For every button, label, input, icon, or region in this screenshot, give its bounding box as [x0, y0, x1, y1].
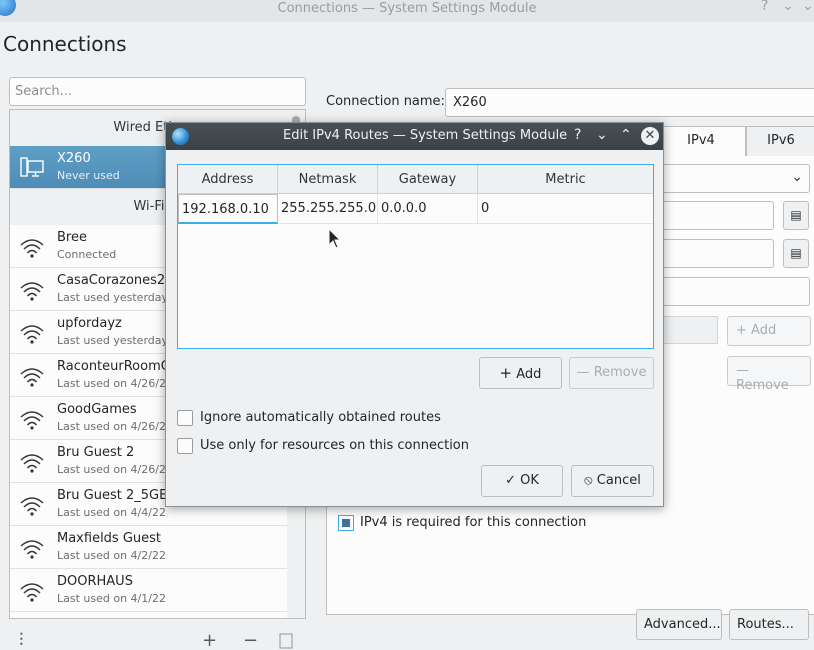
- add-connection-icon[interactable]: +: [202, 630, 217, 650]
- only-resources-label: Use only for resources on this connectio…: [200, 438, 469, 453]
- connection-name: X260: [57, 151, 91, 166]
- tab-ipv6[interactable]: IPv6: [746, 126, 814, 156]
- connection-item[interactable]: Maxfields Guest Last used on 4/2/22: [10, 526, 288, 569]
- connection-name: Bru Guest 2_5GEX: [57, 488, 177, 503]
- add-route-label: Add: [516, 367, 542, 382]
- connection-status: Connected: [57, 248, 117, 261]
- remove-address-button[interactable]: — Remove: [727, 356, 811, 393]
- dialog-titlebar: Edit IPv4 Routes — System Settings Modul…: [166, 123, 663, 150]
- help-icon[interactable]: ?: [574, 127, 581, 143]
- wifi-icon: [20, 540, 44, 559]
- connection-status: Last used on 4/26/22: [57, 420, 173, 433]
- wifi-icon: [20, 583, 44, 602]
- address-cell-editor[interactable]: 192.168.0.10: [178, 194, 278, 224]
- dhcp-client-id-input[interactable]: [660, 277, 810, 306]
- remove-connection-icon[interactable]: −: [243, 630, 258, 650]
- wifi-icon: [20, 368, 44, 387]
- connection-name: Bru Guest 2: [57, 445, 135, 460]
- column-header-netmask[interactable]: Netmask: [278, 165, 378, 194]
- connection-status: Last used yesterday: [57, 334, 169, 347]
- close-icon[interactable]: ⌄: [802, 0, 814, 14]
- ignore-auto-routes-label: Ignore automatically obtained routes: [200, 410, 441, 425]
- ipv4-required-label: IPv4 is required for this connection: [360, 515, 587, 530]
- connection-status: Last used on 4/26/22: [57, 377, 173, 390]
- wifi-icon: [20, 454, 44, 473]
- connection-status: Never used: [57, 169, 120, 182]
- globe-icon: [172, 128, 189, 145]
- connection-name: GoodGames: [57, 402, 137, 417]
- connection-name: DOORHAUS: [57, 574, 133, 589]
- search-domains-input[interactable]: [660, 239, 774, 268]
- column-header-address[interactable]: Address: [178, 165, 278, 194]
- connection-name: Bree: [57, 230, 87, 245]
- column-header-metric[interactable]: Metric: [478, 165, 653, 194]
- routes-button[interactable]: Routes...: [729, 609, 809, 640]
- connection-name: CasaCorazones2: [57, 273, 166, 288]
- checkbox-box[interactable]: [338, 515, 354, 531]
- plus-icon: +: [499, 364, 513, 382]
- maximize-icon[interactable]: ⌃: [620, 127, 632, 143]
- chevron-down-icon: ⌄: [791, 169, 803, 185]
- connection-name-label: Connection name:: [326, 94, 445, 109]
- connection-name: RaconteurRoomG: [57, 359, 171, 374]
- wifi-icon: [20, 411, 44, 430]
- connection-status: Last used on 4/26/22: [57, 463, 173, 476]
- ok-label: OK: [520, 473, 539, 488]
- checkbox-box[interactable]: [177, 410, 193, 426]
- dns-servers-input[interactable]: [660, 201, 774, 230]
- checkbox-box[interactable]: [177, 438, 193, 454]
- window-titlebar: Connections — System Settings Module ? ⌄…: [0, 0, 814, 22]
- connection-status: Last used on 4/4/22: [57, 506, 166, 519]
- export-icon[interactable]: [279, 633, 293, 649]
- remove-route-button[interactable]: — Remove: [569, 357, 654, 389]
- add-route-button[interactable]: + Add: [479, 357, 562, 389]
- wired-computer-icon: [20, 157, 44, 177]
- wifi-icon: [20, 282, 44, 301]
- list-toolbar: ⫶ + −: [9, 630, 306, 650]
- column-header-gateway[interactable]: Gateway: [378, 165, 478, 194]
- connection-status: Last used yesterday: [57, 291, 169, 304]
- remove-route-label: Remove: [593, 365, 647, 380]
- add-address-button[interactable]: + Add: [727, 316, 811, 346]
- edit-list-icon[interactable]: ▤: [783, 239, 809, 268]
- cancel-label: Cancel: [596, 473, 641, 488]
- minimize-icon[interactable]: ⌄: [782, 0, 794, 14]
- wifi-icon: [20, 239, 44, 258]
- method-dropdown[interactable]: ⌄: [660, 164, 810, 193]
- wifi-icon: [20, 325, 44, 344]
- mouse-cursor-icon: [328, 228, 342, 249]
- search-input[interactable]: Search...: [9, 77, 306, 106]
- connection-name: upfordayz: [57, 316, 122, 331]
- minus-icon: —: [576, 365, 590, 380]
- minimize-icon[interactable]: ⌄: [596, 127, 608, 143]
- advanced-button[interactable]: Advanced...: [636, 609, 722, 640]
- dialog-title: Edit IPv4 Routes — System Settings Modul…: [283, 128, 568, 143]
- connection-item[interactable]: DOORHAUS Last used on 4/1/22: [10, 569, 288, 612]
- configure-icon[interactable]: ⫶: [19, 630, 24, 650]
- tab-ipv4[interactable]: IPv4: [656, 126, 746, 156]
- connection-status: Last used on 4/1/22: [57, 592, 166, 605]
- help-icon[interactable]: ?: [761, 0, 768, 14]
- gateway-cell[interactable]: 0.0.0.0: [378, 194, 478, 224]
- metric-cell[interactable]: 0: [478, 194, 653, 224]
- cancel-icon: ⦸: [584, 473, 593, 488]
- cancel-button[interactable]: ⦸ Cancel: [571, 465, 654, 497]
- wifi-icon: [20, 497, 44, 516]
- edit-list-icon[interactable]: ▤: [783, 201, 809, 230]
- address-list-header: [660, 316, 718, 344]
- edit-routes-dialog: Edit IPv4 Routes — System Settings Modul…: [165, 122, 664, 507]
- window-title: Connections — System Settings Module: [277, 1, 537, 16]
- ok-button[interactable]: ✓ OK: [481, 465, 563, 497]
- checkmark-icon: ✓: [505, 473, 516, 488]
- connection-name: Maxfields Guest: [57, 531, 162, 546]
- page-title: Connections: [3, 32, 127, 56]
- routes-table[interactable]: Address Netmask Gateway Metric 192.168.0…: [177, 164, 654, 349]
- connection-name-input[interactable]: X260: [445, 88, 814, 117]
- connection-status: Last used on 4/2/22: [57, 549, 166, 562]
- netmask-cell[interactable]: 255.255.255.0: [278, 194, 378, 224]
- close-icon[interactable]: ✕: [641, 127, 659, 145]
